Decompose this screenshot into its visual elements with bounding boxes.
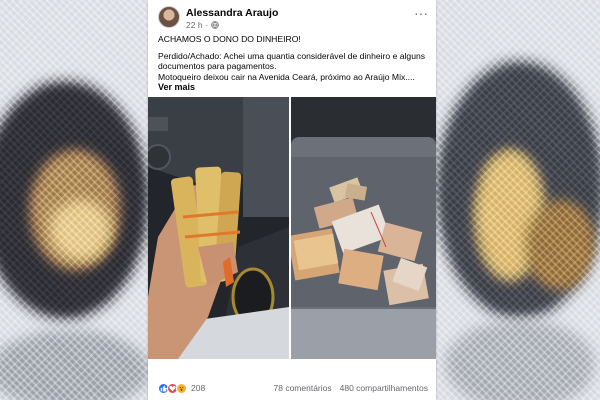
facebook-post: Alessandra Araujo 22 h · ··· ACHAMOS O D… [148,0,436,400]
post-paragraph-1: Perdido/Achado: Achei uma quantia consid… [158,50,426,72]
post-text: ACHAMOS O DONO DO DINHEIRO! Perdido/Acha… [158,34,428,93]
blurred-background-left [0,0,150,400]
author-name[interactable]: Alessandra Araujo [186,7,278,19]
globe-icon [211,21,220,29]
wow-reaction-icon [176,382,187,394]
reaction-count: 208 [191,383,206,393]
post-headline: ACHAMOS O DONO DO DINHEIRO! [158,34,301,44]
engagement-bar: 208 78 comentários 480 compartilhamentos [158,380,428,396]
more-options-icon[interactable]: ··· [414,6,428,20]
post-header: Alessandra Araujo 22 h · ··· [158,6,428,32]
blurred-background-right [435,0,600,400]
photo-money-on-car-seat-image [291,97,436,359]
post-paragraph-2: Motoqueiro deixou cair na Avenida Ceará,… [158,71,415,82]
reactions-summary[interactable]: 208 [158,382,206,394]
see-more-link[interactable]: Ver mais [158,82,195,92]
shares-count[interactable]: 480 compartilhamentos [340,383,428,393]
meta-separator: · [205,20,209,30]
avatar[interactable] [158,6,180,28]
photo-money-on-car-seat[interactable] [291,97,436,359]
comments-count[interactable]: 78 comentários [274,383,332,393]
post-meta: 22 h · [186,20,220,30]
post-time[interactable]: 22 h [186,20,203,30]
photo-hand-holding-cash[interactable] [148,97,289,359]
photo-hand-holding-cash-image [148,97,289,359]
